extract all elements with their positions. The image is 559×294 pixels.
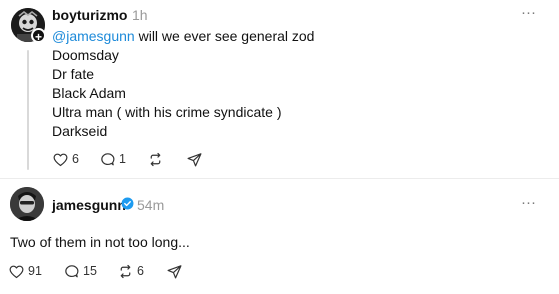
- like-count: 6: [72, 152, 79, 166]
- thread-line: [27, 50, 29, 170]
- timestamp: 1h: [132, 7, 148, 23]
- timestamp: 54m: [137, 197, 165, 213]
- post-body: @jamesgunn will we ever see general zod …: [52, 27, 314, 141]
- repost-button[interactable]: 6: [117, 262, 144, 280]
- post-text: Two of them in not too long...: [10, 234, 190, 250]
- reply-count: 1: [119, 152, 126, 166]
- repost-icon: [120, 264, 131, 278]
- repost-count: 6: [137, 264, 144, 278]
- username[interactable]: jamesgunn: [52, 197, 126, 213]
- like-button[interactable]: 91: [8, 262, 42, 280]
- post-text-line: Darkseid: [52, 123, 108, 139]
- post-text-line: Ultra man ( with his crime syndicate ): [52, 104, 282, 120]
- more-icon[interactable]: ···: [521, 195, 536, 210]
- share-button[interactable]: [186, 150, 203, 168]
- reply-count: 15: [83, 264, 97, 278]
- share-icon: [187, 152, 202, 166]
- share-button[interactable]: [166, 262, 183, 280]
- like-count: 91: [28, 264, 42, 278]
- repost-icon: [150, 152, 161, 166]
- more-icon[interactable]: ···: [521, 5, 536, 20]
- reply-button[interactable]: 15: [63, 262, 97, 280]
- post-body: Two of them in not too long...: [10, 233, 190, 252]
- like-button[interactable]: 6: [52, 150, 79, 168]
- comment-icon: [101, 152, 115, 165]
- mention-link[interactable]: @jamesgunn: [52, 28, 135, 44]
- repost-button[interactable]: [147, 150, 164, 168]
- reply-post: + boyturizmo 1h ··· @jamesgunn will we e…: [0, 0, 559, 178]
- heart-icon: [53, 153, 68, 166]
- divider: [0, 178, 559, 179]
- heart-icon: [9, 265, 24, 278]
- post-text-line: Dr fate: [52, 66, 95, 82]
- verified-icon: [121, 197, 134, 210]
- follow-plus-icon[interactable]: +: [31, 28, 46, 44]
- share-icon: [167, 264, 182, 278]
- post-text-line: Doomsday: [52, 47, 119, 63]
- reply-button[interactable]: 1: [99, 150, 126, 168]
- post-text-line: Black Adam: [52, 85, 126, 101]
- username[interactable]: boyturizmo: [52, 7, 127, 23]
- reply-post: jamesgunn 54m ··· Two of them in not too…: [0, 180, 559, 294]
- avatar-jamesgunn[interactable]: [10, 187, 44, 221]
- comment-icon: [65, 264, 79, 277]
- post-text-line: will we ever see general zod: [134, 28, 315, 44]
